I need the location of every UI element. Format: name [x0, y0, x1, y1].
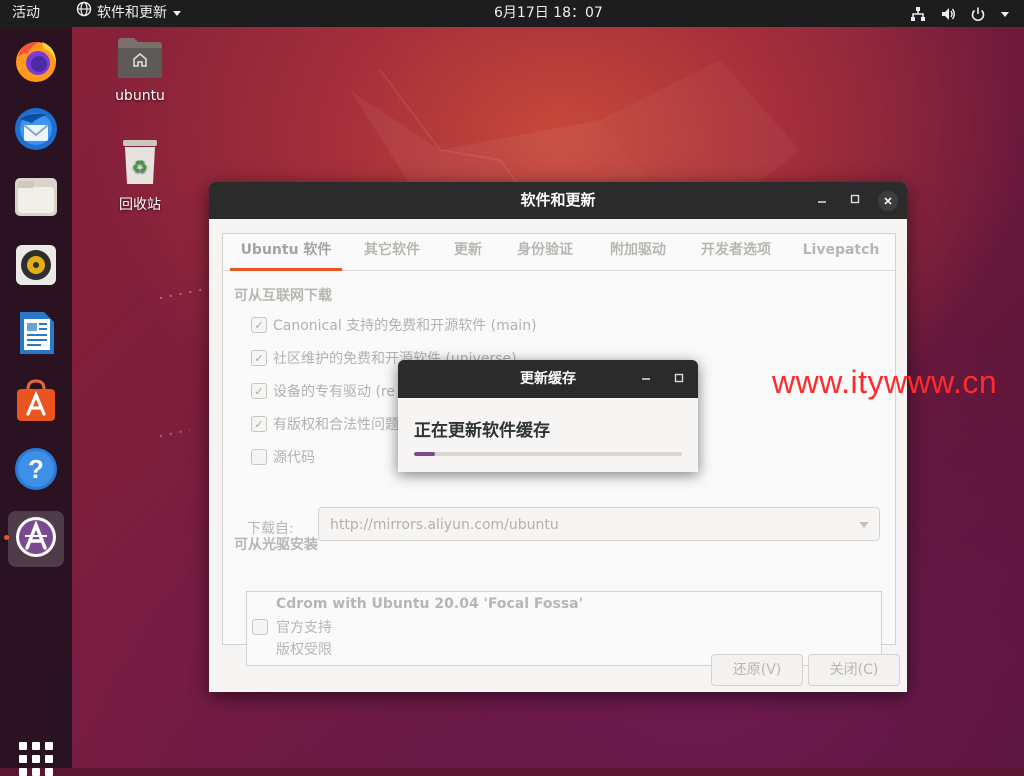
maximize-button[interactable]: [845, 191, 865, 211]
dock-item-thunderbird[interactable]: [8, 103, 64, 159]
svg-text:?: ?: [28, 454, 44, 484]
maximize-icon: [850, 193, 860, 208]
dialog-title: 更新缓存: [520, 371, 576, 387]
volume-icon: [940, 6, 956, 22]
dock-item-files[interactable]: [8, 171, 64, 227]
chevron-down-icon: [859, 522, 869, 528]
app-menu-button[interactable]: 软件和更新: [76, 0, 182, 27]
chevron-down-icon: [172, 0, 182, 27]
revert-button[interactable]: 还原(V): [711, 654, 803, 686]
download-server-select[interactable]: http://mirrors.aliyun.com/ubuntu: [318, 507, 880, 541]
dock: ?: [0, 27, 72, 776]
network-icon: [910, 6, 926, 22]
top-bar: 活动 软件和更新 6月17日 18：07: [0, 0, 1024, 27]
desktop-trash-icon[interactable]: ♻ 回收站: [95, 138, 185, 214]
minimize-icon: [817, 193, 827, 208]
dialog-maximize-button[interactable]: [669, 369, 689, 389]
software-updates-icon: [12, 513, 60, 565]
clock[interactable]: 6月17日 18：07: [494, 0, 603, 27]
dock-item-ubuntu-software[interactable]: [8, 375, 64, 431]
source-multiverse-row[interactable]: ✓ 有版权和合法性问题: [251, 414, 399, 434]
globe-icon: [76, 0, 92, 27]
show-applications-button[interactable]: [19, 742, 53, 776]
firefox-icon: [12, 37, 60, 89]
desktop-trash-label: 回收站: [119, 197, 161, 213]
minimize-button[interactable]: [812, 191, 832, 211]
progress-fill: [414, 452, 436, 456]
checkbox[interactable]: [251, 449, 267, 465]
close-dialog-button[interactable]: 关闭(C): [808, 654, 900, 686]
chevron-down-icon: [1000, 10, 1010, 18]
checkbox[interactable]: ✓: [251, 350, 267, 366]
files-icon: [12, 173, 60, 225]
tab-updates[interactable]: 更新: [445, 234, 491, 268]
close-icon: [883, 195, 893, 210]
tab-ubuntu-software[interactable]: Ubuntu 软件: [230, 234, 342, 271]
cdrom-section-heading: 可从光驱安装: [234, 537, 318, 553]
tab-other-software[interactable]: 其它软件: [351, 234, 433, 268]
activities-button[interactable]: 活动: [12, 0, 40, 27]
tab-additional-drivers[interactable]: 附加驱动: [599, 234, 677, 268]
watermark-text: www.itywww.cn: [772, 364, 998, 400]
svg-text:♻: ♻: [132, 157, 148, 178]
update-cache-dialog: 更新缓存 正在更新软件缓存: [398, 360, 698, 472]
checkbox[interactable]: ✓: [251, 317, 267, 333]
source-label: 有版权和合法性问题: [273, 417, 399, 433]
tab-livepatch[interactable]: Livepatch: [796, 234, 886, 268]
source-label: 设备的专有驱动 (re: [273, 384, 395, 400]
desktop-home-icon[interactable]: ubuntu: [95, 36, 185, 104]
trash-icon: ♻: [120, 140, 160, 190]
source-code-row[interactable]: 源代码: [251, 447, 315, 467]
internet-section-heading: 可从互联网下载: [234, 288, 332, 304]
dialog-message: 正在更新软件缓存: [414, 421, 550, 441]
tab-authentication[interactable]: 身份验证: [506, 234, 584, 268]
dock-item-help[interactable]: ?: [8, 443, 64, 499]
home-folder-icon: [116, 38, 164, 84]
software-store-icon: [12, 377, 60, 429]
window-titlebar[interactable]: 软件和更新: [209, 182, 907, 219]
checkbox[interactable]: ✓: [251, 383, 267, 399]
maximize-icon: [674, 372, 684, 386]
dock-item-software-updates[interactable]: [8, 511, 64, 567]
dialog-minimize-button[interactable]: [636, 369, 656, 389]
checkbox[interactable]: ✓: [251, 416, 267, 432]
progress-bar: [414, 452, 682, 456]
source-main-row[interactable]: ✓ Canonical 支持的免费和开源软件 (main): [251, 315, 537, 335]
thunderbird-icon: [12, 105, 60, 157]
dock-item-rhythmbox[interactable]: [8, 239, 64, 295]
download-server-value: http://mirrors.aliyun.com/ubuntu: [330, 517, 559, 533]
cdrom-name: Cdrom with Ubuntu 20.04 'Focal Fossa': [276, 596, 583, 612]
rhythmbox-icon: [12, 241, 60, 293]
cdrom-checkbox[interactable]: [252, 619, 268, 635]
close-button[interactable]: [878, 191, 898, 211]
writer-icon: [12, 309, 60, 361]
tab-developer-options[interactable]: 开发者选项: [691, 234, 781, 268]
dock-item-firefox[interactable]: [8, 35, 64, 91]
desktop-home-label: ubuntu: [115, 88, 165, 104]
system-tray[interactable]: [910, 0, 1010, 27]
dock-item-writer[interactable]: [8, 307, 64, 363]
app-menu-label: 软件和更新: [97, 5, 167, 21]
power-icon: [970, 6, 986, 22]
source-restricted-row[interactable]: ✓ 设备的专有驱动 (re: [251, 381, 395, 401]
minimize-icon: [641, 372, 651, 386]
source-label: 源代码: [273, 450, 315, 466]
tab-bar: Ubuntu 软件 其它软件 更新 身份验证 附加驱动 开发者选项 Livepa…: [223, 234, 895, 271]
cdrom-support: 官方支持: [276, 620, 332, 636]
source-label: Canonical 支持的免费和开源软件 (main): [273, 318, 537, 334]
window-title: 软件和更新: [520, 191, 596, 209]
cdrom-restricted: 版权受限: [276, 642, 332, 658]
help-icon: ?: [12, 445, 60, 497]
